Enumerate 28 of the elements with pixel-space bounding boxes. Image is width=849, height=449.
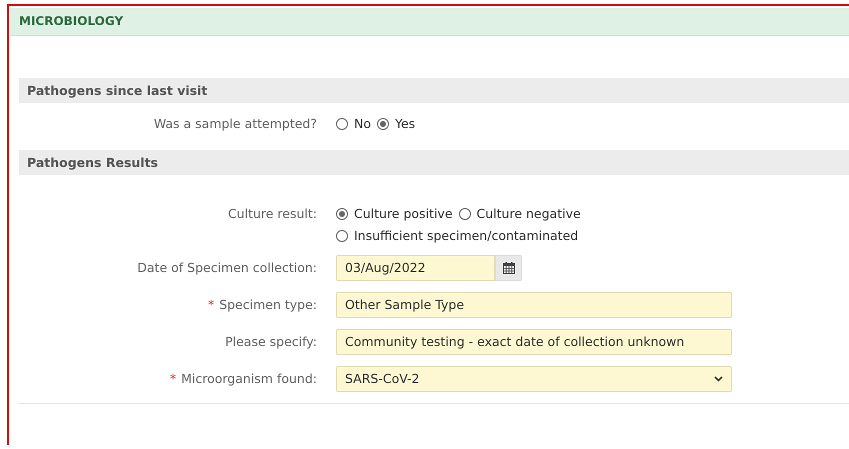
group-header: Pathogens since last visit	[19, 78, 849, 103]
field-label: Please specify:	[225, 334, 317, 349]
radio-button[interactable]	[336, 118, 348, 130]
required-asterisk: *	[170, 371, 176, 386]
radio-button[interactable]	[458, 208, 471, 220]
radio-label[interactable]: No	[354, 116, 371, 132]
radio-label[interactable]: Culture positive	[354, 206, 453, 222]
section-header: MICROBIOLOGY	[10, 8, 849, 36]
radio-button[interactable]	[336, 208, 348, 220]
field-label: Specimen type:	[219, 297, 317, 312]
group-header: Pathogens Results	[19, 150, 849, 175]
field-label: Date of Specimen collection:	[137, 260, 317, 275]
field-label: Culture result:	[228, 206, 317, 221]
required-asterisk: *	[208, 297, 214, 312]
input-field[interactable]: Other Sample Type	[336, 292, 732, 318]
calendar-icon	[502, 262, 514, 274]
field-label: Was a sample attempted?	[154, 116, 317, 131]
input-field[interactable]: Community testing - exact date of collection unknown	[336, 329, 732, 355]
radio-button[interactable]	[377, 118, 389, 130]
dropdown[interactable]: SARS-CoV-2	[336, 366, 732, 392]
radio-label[interactable]: Insufficient specimen/contaminated	[354, 228, 578, 244]
radio-button[interactable]	[336, 230, 348, 242]
calendar-button[interactable]	[495, 255, 522, 281]
field-label: Microorganism found:	[181, 371, 317, 386]
chevron-down-icon	[714, 376, 723, 382]
radio-label[interactable]: Culture negative	[476, 206, 581, 222]
radio-label[interactable]: Yes	[395, 116, 416, 132]
date-field[interactable]: 03/Aug/2022	[336, 255, 495, 281]
